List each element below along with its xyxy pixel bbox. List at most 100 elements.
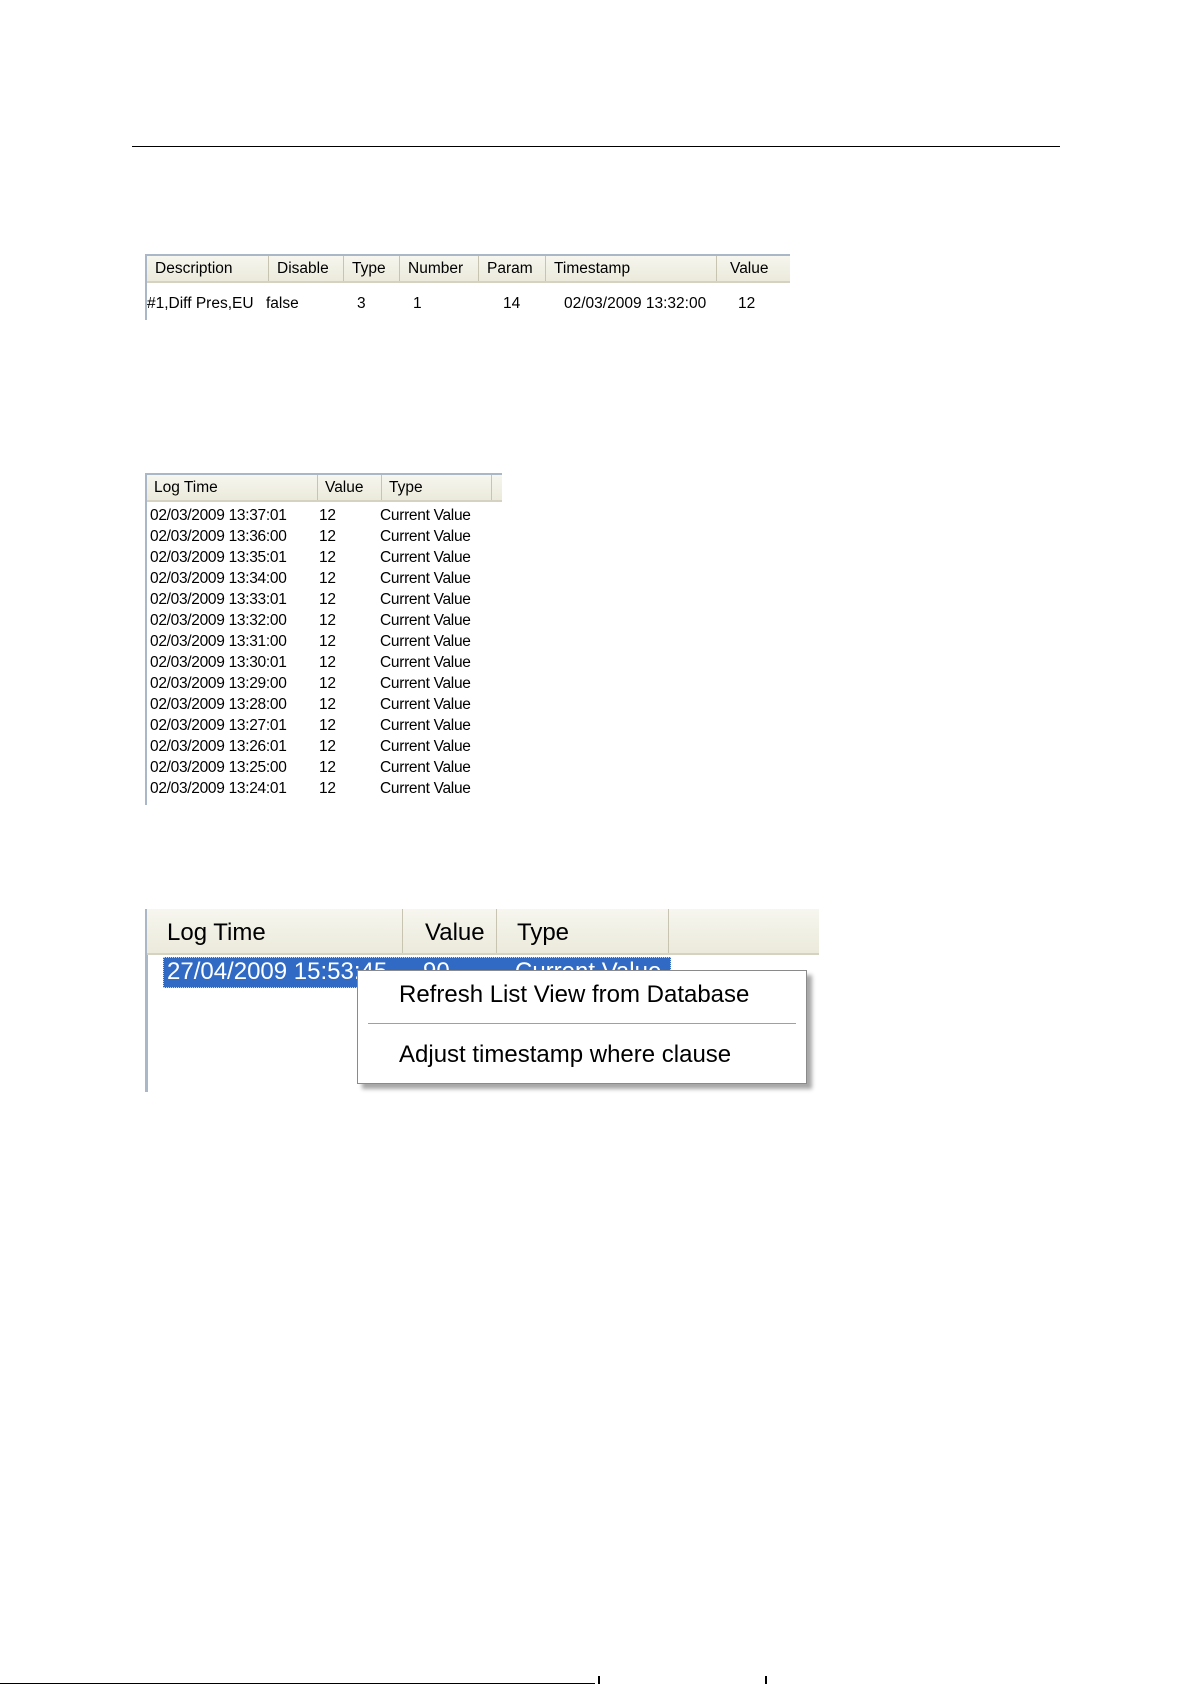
table-cell: 02/03/2009 13:25:00 xyxy=(150,759,287,776)
column-header-label: Timestamp xyxy=(554,260,631,277)
table-cell: Current Value xyxy=(380,738,471,755)
table-cell: 12 xyxy=(319,612,336,629)
column-header-number[interactable]: Number xyxy=(400,256,479,281)
table-cell: Current Value xyxy=(380,780,471,797)
table-cell: 02/03/2009 13:26:01 xyxy=(150,738,287,755)
table-cell: Current Value xyxy=(380,549,471,566)
table-cell: Current Value xyxy=(380,507,471,524)
column-header-value[interactable]: Value xyxy=(717,256,790,281)
table-cell: 02/03/2009 13:24:01 xyxy=(150,780,287,797)
table-cell: #1,Diff Pres,EU xyxy=(147,295,254,312)
table-cell: 1 xyxy=(413,295,422,312)
table-cell: Current Value xyxy=(380,696,471,713)
point-detail-list[interactable]: Description Disable Type Number Param Ti… xyxy=(145,254,790,320)
table-cell: 02/03/2009 13:31:00 xyxy=(150,633,287,650)
table-row[interactable]: 02/03/2009 13:32:00 12 Current Value xyxy=(147,612,502,633)
table-cell: 3 xyxy=(357,295,366,312)
table-cell: Current Value xyxy=(380,675,471,692)
table-cell: 12 xyxy=(319,570,336,587)
table-cell: 12 xyxy=(738,295,756,312)
table-row[interactable]: 02/03/2009 13:29:00 12 Current Value xyxy=(147,675,502,696)
column-header-label: Type xyxy=(517,919,570,946)
column-header-label: Value xyxy=(325,479,364,496)
footer-tick-mark xyxy=(765,1676,767,1684)
column-header-log-time[interactable]: Log Time xyxy=(147,475,318,500)
column-header-disable[interactable]: Disable xyxy=(269,256,344,281)
column-header-log-time[interactable]: Log Time xyxy=(147,909,403,953)
table-cell: 12 xyxy=(319,549,336,566)
table-cell: false xyxy=(266,295,299,312)
context-menu: Refresh List View from Database Adjust t… xyxy=(357,970,807,1084)
column-header-type[interactable]: Type xyxy=(382,475,492,500)
table-row[interactable]: 02/03/2009 13:25:00 12 Current Value xyxy=(147,759,502,780)
table-cell: 12 xyxy=(319,633,336,650)
table-cell: 02/03/2009 13:33:01 xyxy=(150,591,287,608)
column-header-label: Disable xyxy=(277,260,329,277)
column-header-param[interactable]: Param xyxy=(479,256,546,281)
column-header-label: Value xyxy=(425,919,485,946)
table-cell: Current Value xyxy=(380,570,471,587)
menu-separator xyxy=(368,1023,796,1024)
column-header-timestamp[interactable]: Timestamp xyxy=(546,256,717,281)
table-cell: Current Value xyxy=(380,717,471,734)
table-row[interactable]: 02/03/2009 13:30:01 12 Current Value xyxy=(147,654,502,675)
table-cell: 02/03/2009 13:37:01 xyxy=(150,507,287,524)
log-history-list[interactable]: Log Time Value Type 02/03/2009 13:37:01 1… xyxy=(145,473,502,805)
table-cell: 12 xyxy=(319,780,336,797)
table-row[interactable]: 02/03/2009 13:26:01 12 Current Value xyxy=(147,738,502,759)
column-header-label: Type xyxy=(352,260,386,277)
table-cell: 27/04/2009 15:53:45 xyxy=(167,958,388,985)
column-header-label: Type xyxy=(389,479,423,496)
column-header-value[interactable]: Value xyxy=(318,475,382,500)
list-header: Description Disable Type Number Param Ti… xyxy=(147,256,790,283)
table-row[interactable]: 02/03/2009 13:34:00 12 Current Value xyxy=(147,570,502,591)
footer-tick-mark xyxy=(598,1676,600,1684)
table-row[interactable]: 02/03/2009 13:37:01 12 Current Value xyxy=(147,507,502,528)
menu-item-adjust-timestamp[interactable]: Adjust timestamp where clause xyxy=(399,1041,731,1069)
list-header: Log Time Value Type xyxy=(147,909,819,955)
column-header-type[interactable]: Type xyxy=(497,909,669,953)
column-header-label: Value xyxy=(730,260,769,277)
column-header-label: Log Time xyxy=(167,919,266,946)
column-header-type[interactable]: Type xyxy=(344,256,400,281)
column-header-label: Log Time xyxy=(154,479,218,496)
table-cell: Current Value xyxy=(380,591,471,608)
table-row[interactable]: 02/03/2009 13:27:01 12 Current Value xyxy=(147,717,502,738)
table-row[interactable]: #1,Diff Pres,EU false 3 1 14 02/03/2009 … xyxy=(147,295,790,316)
table-cell: 02/03/2009 13:36:00 xyxy=(150,528,287,545)
table-cell: 02/03/2009 13:32:00 xyxy=(150,612,287,629)
table-cell: 12 xyxy=(319,507,336,524)
column-header-label: Number xyxy=(408,260,464,277)
table-row[interactable]: 02/03/2009 13:24:01 12 Current Value xyxy=(147,780,502,801)
column-header-label: Description xyxy=(155,260,233,277)
table-row[interactable]: 02/03/2009 13:36:00 12 Current Value xyxy=(147,528,502,549)
column-header-label: Param xyxy=(487,260,533,277)
table-cell: Current Value xyxy=(380,633,471,650)
table-cell: Current Value xyxy=(380,759,471,776)
table-row[interactable]: 02/03/2009 13:31:00 12 Current Value xyxy=(147,633,502,654)
list-header: Log Time Value Type xyxy=(147,475,502,502)
column-header-value[interactable]: Value xyxy=(403,909,497,953)
table-cell: 02/03/2009 13:34:00 xyxy=(150,570,287,587)
table-cell: 12 xyxy=(319,759,336,776)
table-row[interactable]: 02/03/2009 13:35:01 12 Current Value xyxy=(147,549,502,570)
table-row[interactable]: 02/03/2009 13:28:00 12 Current Value xyxy=(147,696,502,717)
table-cell: 02/03/2009 13:27:01 xyxy=(150,717,287,734)
table-cell: 02/03/2009 13:30:01 xyxy=(150,654,287,671)
page-footer-rule xyxy=(0,1683,595,1684)
table-cell: Current Value xyxy=(380,612,471,629)
table-cell: 12 xyxy=(319,591,336,608)
table-row[interactable]: 02/03/2009 13:33:01 12 Current Value xyxy=(147,591,502,612)
table-cell: Current Value xyxy=(380,654,471,671)
table-cell: 12 xyxy=(319,717,336,734)
table-cell: 02/03/2009 13:32:00 xyxy=(564,295,707,312)
table-cell: 02/03/2009 13:28:00 xyxy=(150,696,287,713)
menu-item-refresh-list[interactable]: Refresh List View from Database xyxy=(399,981,749,1009)
table-cell: 12 xyxy=(319,654,336,671)
table-cell: 14 xyxy=(503,295,521,312)
table-cell: 02/03/2009 13:29:00 xyxy=(150,675,287,692)
column-header-description[interactable]: Description xyxy=(147,256,269,281)
table-cell: 02/03/2009 13:35:01 xyxy=(150,549,287,566)
table-cell: 12 xyxy=(319,675,336,692)
table-cell: 12 xyxy=(319,738,336,755)
